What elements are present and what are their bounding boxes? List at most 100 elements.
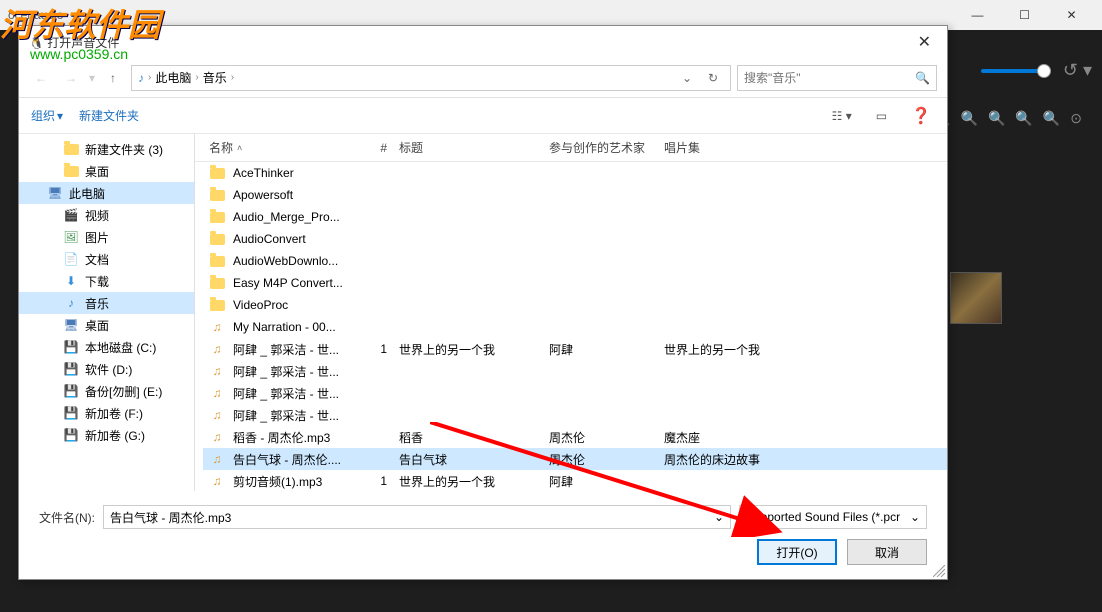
drive-icon: 💾 (63, 361, 79, 377)
close-icon[interactable]: ✕ (910, 28, 939, 56)
file-name: AudioWebDownlo... (233, 254, 338, 268)
open-button[interactable]: 打开(O) (757, 539, 837, 565)
file-row[interactable]: AudioConvert (203, 228, 947, 250)
target-icon[interactable]: ⊙ (1070, 110, 1082, 127)
download-icon: ⬇ (63, 273, 79, 289)
chevron-down-icon: ⌄ (910, 510, 920, 524)
folder-icon (209, 297, 225, 313)
file-row[interactable]: ♫阿肆 _ 郭采洁 - 世... (203, 404, 947, 426)
close-app-button[interactable]: ✕ (1049, 0, 1094, 30)
up-button[interactable]: ↑ (101, 66, 125, 90)
minimize-button[interactable]: — (955, 0, 1000, 30)
file-name: AceThinker (233, 166, 294, 180)
view-options-icon[interactable]: ☷ ▾ (828, 105, 856, 127)
resize-grip[interactable] (933, 565, 945, 577)
breadcrumb-pc[interactable]: 此电脑 (155, 69, 191, 86)
filename-input[interactable]: ⌄ (103, 505, 731, 529)
audio-icon: ♫ (209, 429, 225, 445)
tree-item[interactable]: ♪ 音乐 (19, 292, 194, 314)
tree-item[interactable]: ⬇下载 (19, 270, 194, 292)
file-row[interactable]: AceThinker (203, 162, 947, 184)
address-dropdown-icon[interactable]: ⌄ (676, 71, 698, 85)
file-row[interactable]: ♫My Narration - 00... (203, 316, 947, 338)
zoom-icon[interactable]: 🔍 (1043, 110, 1060, 127)
tree-item[interactable]: 新建文件夹 (3) (19, 138, 194, 160)
tree-item-label: 文档 (85, 251, 109, 268)
cancel-button[interactable]: 取消 (847, 539, 927, 565)
file-name: VideoProc (233, 298, 288, 312)
drive-icon: 💾 (63, 405, 79, 421)
address-bar[interactable]: ♪ › 此电脑 › 音乐 › ⌄ ↻ (131, 65, 731, 91)
history-icon[interactable]: ↺ ▾ (1063, 60, 1092, 81)
folder-icon (209, 231, 225, 247)
file-row[interactable]: ♫剪切音频(1).mp3 1 世界上的另一个我 阿肆 (203, 470, 947, 491)
folder-icon (209, 253, 225, 269)
file-name: 阿肆 _ 郭采洁 - 世... (233, 341, 339, 358)
tree-item[interactable]: 🖥桌面 (19, 314, 194, 336)
file-row[interactable]: VideoProc (203, 294, 947, 316)
tree-item-label: 桌面 (85, 317, 109, 334)
breadcrumb-music[interactable]: 音乐 (203, 69, 227, 86)
drive-icon: 💾 (63, 427, 79, 443)
search-input[interactable]: 🔍 (737, 65, 937, 91)
file-name: Easy M4P Convert... (233, 276, 343, 290)
file-list: AceThinker Apowersoft Audio_Merge_Pro...… (195, 162, 947, 491)
chevron-down-icon[interactable]: ⌄ (714, 510, 724, 524)
zoom-icon[interactable]: 🔍 (988, 110, 1005, 127)
audio-icon: ♫ (209, 473, 225, 489)
tree-item[interactable]: 💾软件 (D:) (19, 358, 194, 380)
col-title[interactable]: 标题 (393, 139, 543, 156)
col-album[interactable]: 唱片集 (658, 139, 947, 156)
drive-icon: 💾 (63, 383, 79, 399)
volume-slider[interactable] (981, 69, 1051, 73)
back-button[interactable]: ← (29, 66, 53, 90)
file-row[interactable]: ♫稻香 - 周杰伦.mp3 稻香 周杰伦 魔杰座 (203, 426, 947, 448)
file-row[interactable]: ♫告白气球 - 周杰伦.... 告白气球 周杰伦 周杰伦的床边故事 (203, 448, 947, 470)
file-name: 剪切音频(1).mp3 (233, 473, 322, 490)
tree-item[interactable]: 💾本地磁盘 (C:) (19, 336, 194, 358)
tree-item[interactable]: 🎬视频 (19, 204, 194, 226)
file-row[interactable]: ♫阿肆 _ 郭采洁 - 世... (203, 382, 947, 404)
tree-item-label: 音乐 (85, 295, 109, 312)
file-row[interactable]: Easy M4P Convert... (203, 272, 947, 294)
folder-icon (63, 141, 79, 157)
tree-item[interactable]: 桌面 (19, 160, 194, 182)
filetype-select[interactable]: Supported Sound Files (*.pcr ⌄ (739, 505, 927, 529)
file-row[interactable]: ♫阿肆 _ 郭采洁 - 世... 1 世界上的另一个我 阿肆 世界上的另一个我 (203, 338, 947, 360)
file-row[interactable]: ♫阿肆 _ 郭采洁 - 世... (203, 360, 947, 382)
file-name: AudioConvert (233, 232, 306, 246)
tree-item-label: 备份[勿删] (E:) (85, 383, 162, 400)
file-name: 阿肆 _ 郭采洁 - 世... (233, 363, 339, 380)
tree-item[interactable]: 💾 备份[勿删] (E:) (19, 380, 194, 402)
organize-button[interactable]: 组织 ▾ (31, 107, 63, 124)
pc-icon: 🖥 (47, 185, 63, 201)
file-row[interactable]: Apowersoft (203, 184, 947, 206)
zoom-icon[interactable]: 🔍 (961, 110, 978, 127)
audio-icon: ♫ (209, 407, 225, 423)
file-row[interactable]: Audio_Merge_Pro... (203, 206, 947, 228)
tree-item[interactable]: 🖥此电脑 (19, 182, 194, 204)
new-folder-button[interactable]: 新建文件夹 (79, 107, 139, 124)
forward-button[interactable]: → (59, 66, 83, 90)
zoom-icon[interactable]: 🔍 (1015, 110, 1032, 127)
file-num: 1 (363, 474, 393, 488)
tree-item[interactable]: 💾新加卷 (G:) (19, 424, 194, 446)
search-icon[interactable]: 🔍 (915, 71, 930, 85)
col-num[interactable]: # (363, 141, 393, 155)
dialog-title: 🐧 打开声音文件 (29, 34, 119, 51)
help-icon[interactable]: ❓ (907, 102, 935, 130)
folder-icon (209, 165, 225, 181)
music-icon: ♪ (63, 295, 79, 311)
refresh-icon[interactable]: ↻ (702, 71, 724, 85)
file-num: 1 (363, 342, 393, 356)
tree-item[interactable]: 📄文档 (19, 248, 194, 270)
preview-pane-icon[interactable]: ▭ (872, 105, 891, 127)
folder-icon (209, 209, 225, 225)
maximize-button[interactable]: ☐ (1002, 0, 1047, 30)
tree-item[interactable]: 💾新加卷 (F:) (19, 402, 194, 424)
tree-item[interactable]: 🖼图片 (19, 226, 194, 248)
folder-icon (209, 187, 225, 203)
file-row[interactable]: AudioWebDownlo... (203, 250, 947, 272)
col-artist[interactable]: 参与创作的艺术家 (543, 139, 658, 156)
col-name[interactable]: 名称 ˄ (203, 139, 363, 156)
